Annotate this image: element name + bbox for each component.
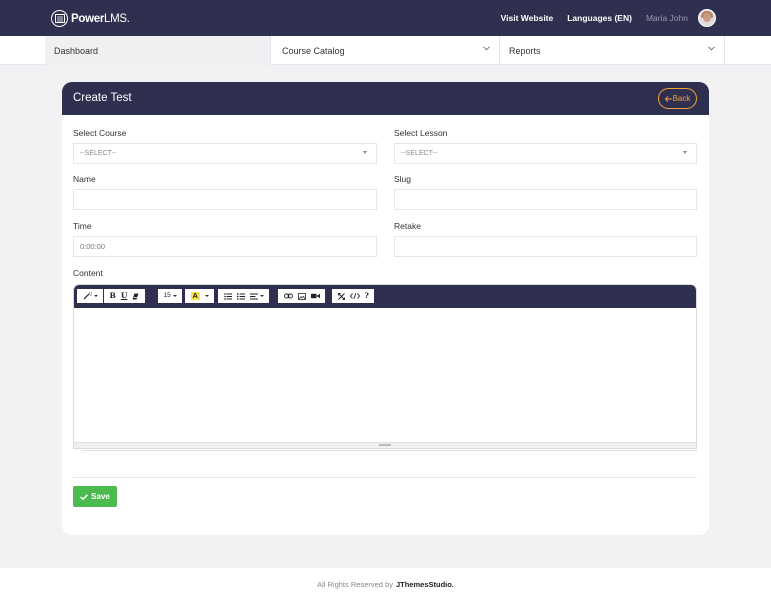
select-course-dropdown[interactable]: --SELECT-- (73, 143, 377, 164)
divider (73, 477, 697, 478)
name-label: Name (73, 174, 96, 184)
logo-text: PowerLMS. (71, 13, 130, 25)
logo[interactable]: PowerLMS. (51, 10, 130, 27)
divider (82, 450, 698, 451)
ordered-list-icon[interactable] (236, 292, 245, 300)
nav-item-course-catalog[interactable]: Course Catalog (270, 36, 499, 65)
slug-label: Slug (394, 174, 412, 184)
logo-icon (51, 10, 68, 27)
top-links: Visit Website Languages (EN) Maria John (501, 9, 716, 27)
toolbar-group-color: A (185, 289, 215, 303)
caret-down-icon (363, 151, 367, 154)
font-size-dropdown[interactable]: 15 (163, 291, 177, 300)
eraser-icon[interactable] (132, 293, 139, 300)
time-value: 0:00:00 (80, 242, 106, 251)
unordered-list-icon[interactable] (223, 292, 232, 300)
link-icon[interactable] (283, 293, 293, 299)
nav-item-reports[interactable]: Reports (499, 36, 725, 65)
logo-text-light: LMS. (104, 12, 130, 25)
chevron-down-icon (483, 46, 490, 51)
fullscreen-icon[interactable] (337, 292, 345, 300)
retake-label: Retake (394, 221, 421, 231)
card-header: Create Test Back (62, 82, 709, 115)
toolbar-group-style (77, 289, 103, 303)
slug-field[interactable] (394, 189, 697, 210)
bold-icon[interactable]: B (110, 292, 116, 300)
content-label: Content (73, 268, 103, 278)
back-label: Back (672, 94, 691, 103)
footer-brand-link[interactable]: JThemesStudio. (396, 580, 454, 589)
user-name[interactable]: Maria John (646, 13, 688, 23)
image-icon[interactable] (297, 292, 306, 300)
chevron-down-icon (708, 46, 715, 51)
save-label: Save (91, 492, 110, 501)
select-lesson-label: Select Lesson (394, 128, 448, 138)
nav-item-dashboard[interactable]: Dashboard (45, 36, 270, 65)
name-field[interactable] (73, 189, 377, 210)
editor-toolbar: B U 15 A ? (74, 285, 696, 308)
font-size-value: 15 (163, 291, 171, 299)
editor-resize-handle[interactable] (74, 442, 696, 448)
grip-icon (379, 444, 391, 446)
back-button[interactable]: Back (658, 88, 697, 109)
toolbar-group-insert (278, 289, 325, 303)
video-icon[interactable] (310, 293, 320, 299)
select-course-value: --SELECT-- (80, 150, 117, 157)
page-title: Create Test (73, 92, 132, 104)
toolbar-group-font: B U (104, 289, 145, 303)
time-label: Time (73, 221, 92, 231)
caret-down-icon (683, 151, 687, 154)
nav-item-label: Course Catalog (282, 45, 345, 56)
main-nav: Dashboard Course Catalog Reports (0, 36, 771, 65)
toolbar-group-fontsize: 15 (158, 289, 183, 303)
nav-item-label: Dashboard (54, 45, 99, 56)
nav-item-label: Reports (509, 45, 541, 56)
magic-wand-icon[interactable] (83, 292, 98, 300)
select-lesson-dropdown[interactable]: --SELECT-- (394, 143, 697, 164)
footer-text: All Rights Reserved by (317, 579, 393, 589)
help-icon[interactable]: ? (365, 292, 369, 300)
languages-menu[interactable]: Languages (EN) (567, 13, 632, 23)
logo-text-bold: Power (71, 12, 105, 25)
retake-field[interactable] (394, 236, 697, 257)
align-icon[interactable] (249, 293, 264, 300)
top-header: PowerLMS. Visit Website Languages (EN) M… (0, 0, 771, 36)
select-lesson-value: --SELECT-- (401, 150, 438, 157)
save-button[interactable]: Save (73, 486, 117, 507)
time-field[interactable]: 0:00:00 (73, 236, 377, 257)
visit-website-link[interactable]: Visit Website (501, 13, 554, 23)
underline-icon[interactable]: U (121, 292, 128, 300)
toolbar-group-para (218, 289, 269, 303)
arrow-left-icon (664, 95, 672, 102)
select-course-label: Select Course (73, 128, 127, 138)
create-test-card: Create Test Back Select Course --SELECT-… (62, 82, 709, 535)
color-caret-icon[interactable] (204, 295, 209, 297)
avatar[interactable] (698, 9, 716, 27)
toolbar-group-misc: ? (332, 289, 375, 303)
footer: All Rights Reserved by JThemesStudio. (0, 568, 771, 600)
font-color-icon[interactable]: A (190, 292, 200, 300)
content-editor: B U 15 A ? (73, 284, 697, 449)
check-icon (80, 493, 89, 500)
code-view-icon[interactable] (349, 293, 360, 299)
